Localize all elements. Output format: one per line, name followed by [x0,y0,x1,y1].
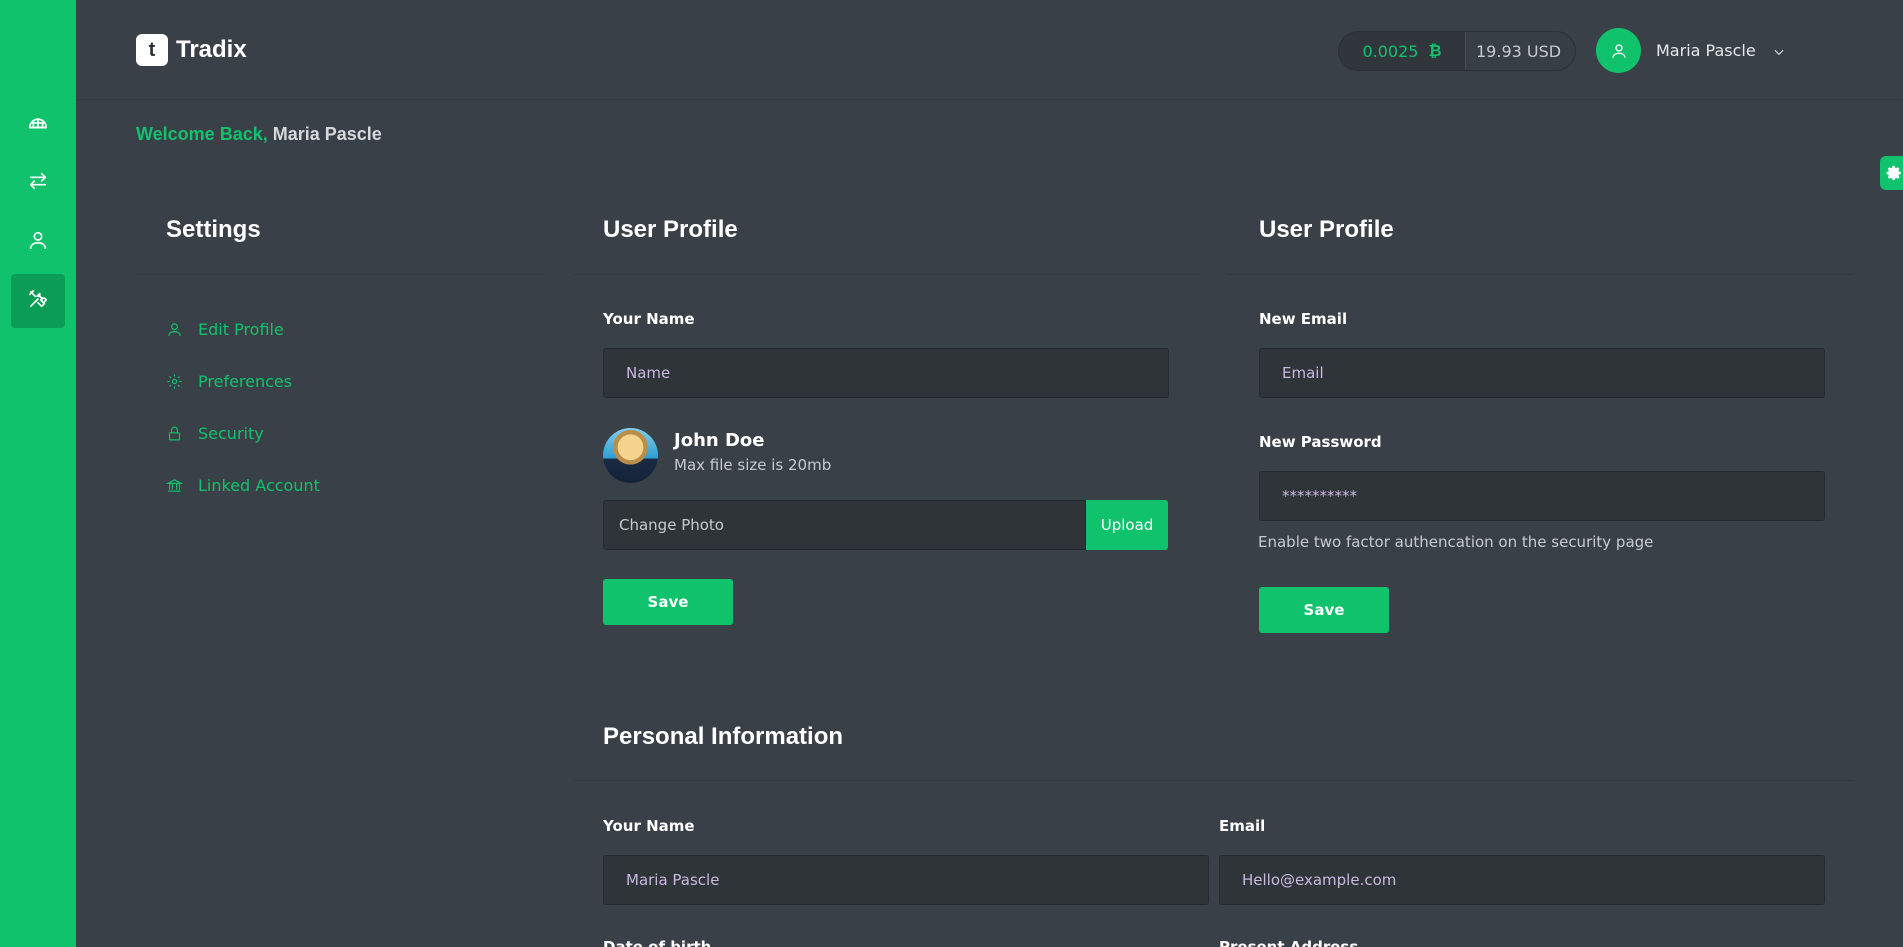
settings-title: Settings [166,216,261,243]
menu-preferences[interactable]: Preferences [166,372,292,391]
personal-info-title: Personal Information [603,723,844,750]
new-password-input[interactable] [1259,471,1825,521]
personal-name-input[interactable] [603,855,1209,905]
settings-divider [136,274,543,275]
lock-icon [168,426,181,441]
menu-label: Preferences [198,372,293,391]
usd-balance: 19.93 USD [1466,32,1575,70]
theme-settings-toggle[interactable] [1880,156,1903,190]
user-name: Maria Pascle [1656,41,1756,60]
two-factor-hint: Enable two factor authencation on the se… [1258,533,1654,551]
menu-linked-account[interactable]: Linked Account [166,476,320,495]
profile-photo [603,428,658,483]
logo-mark: t [136,34,168,66]
save-account-button[interactable]: Save [1259,587,1389,633]
avatar [1596,28,1641,73]
btc-balance: 0.0025 ₿ [1339,32,1466,70]
new-email-label: New Email [1259,310,1348,328]
exchange-icon [27,170,49,196]
gear-icon [167,374,182,389]
personal-name-label: Your Name [603,817,695,835]
name-input[interactable] [603,348,1169,398]
new-email-input[interactable] [1259,348,1825,398]
gear-icon [1886,165,1901,181]
tools-icon [27,288,49,314]
profile-card-title: User Profile [603,216,738,243]
personal-email-label: Email [1219,817,1266,835]
user-icon [1611,43,1626,58]
save-profile-button[interactable]: Save [603,579,733,625]
personal-divider [573,780,1854,781]
your-name-label: Your Name [603,310,695,328]
rail-exchange[interactable] [11,156,65,210]
brand-logo[interactable]: t Tradix [136,34,247,66]
account-divider [1226,274,1854,275]
dashboard-icon [27,111,49,137]
wallet-balance[interactable]: 0.0025 ₿ 19.93 USD [1338,31,1576,71]
account-card-title: User Profile [1259,216,1394,243]
welcome-name: Maria Pascle [272,124,382,144]
profile-divider [573,274,1200,275]
bank-icon [166,479,183,492]
profile-display-name: John Doe [674,430,765,451]
rail-settings[interactable] [11,274,65,328]
menu-label: Linked Account [198,476,320,495]
file-size-hint: Max file size is 20mb [674,456,832,474]
rail-profile[interactable] [11,215,65,269]
brand-name: Tradix [176,36,247,63]
menu-security[interactable]: Security [166,424,264,443]
menu-label: Edit Profile [198,320,284,339]
side-rail [0,0,76,947]
rail-dashboard[interactable] [11,97,65,151]
change-photo-field[interactable]: Change Photo [603,500,1086,550]
user-icon [27,229,49,255]
chevron-down-icon [1772,44,1786,58]
address-label: Present Address [1219,938,1359,947]
welcome-message: Welcome Back, Maria Pascle [136,124,382,145]
upload-button[interactable]: Upload [1086,500,1168,550]
bitcoin-icon: ₿ [1428,41,1442,60]
menu-label: Security [198,424,264,443]
personal-email-input[interactable] [1219,855,1825,905]
btc-amount: 0.0025 [1362,41,1419,61]
dob-label: Date of birth [603,938,712,947]
new-password-label: New Password [1259,433,1382,451]
user-icon [168,323,181,336]
welcome-prefix: Welcome Back, [136,124,268,144]
menu-edit-profile[interactable]: Edit Profile [166,320,284,339]
user-menu[interactable]: Maria Pascle [1596,28,1786,73]
